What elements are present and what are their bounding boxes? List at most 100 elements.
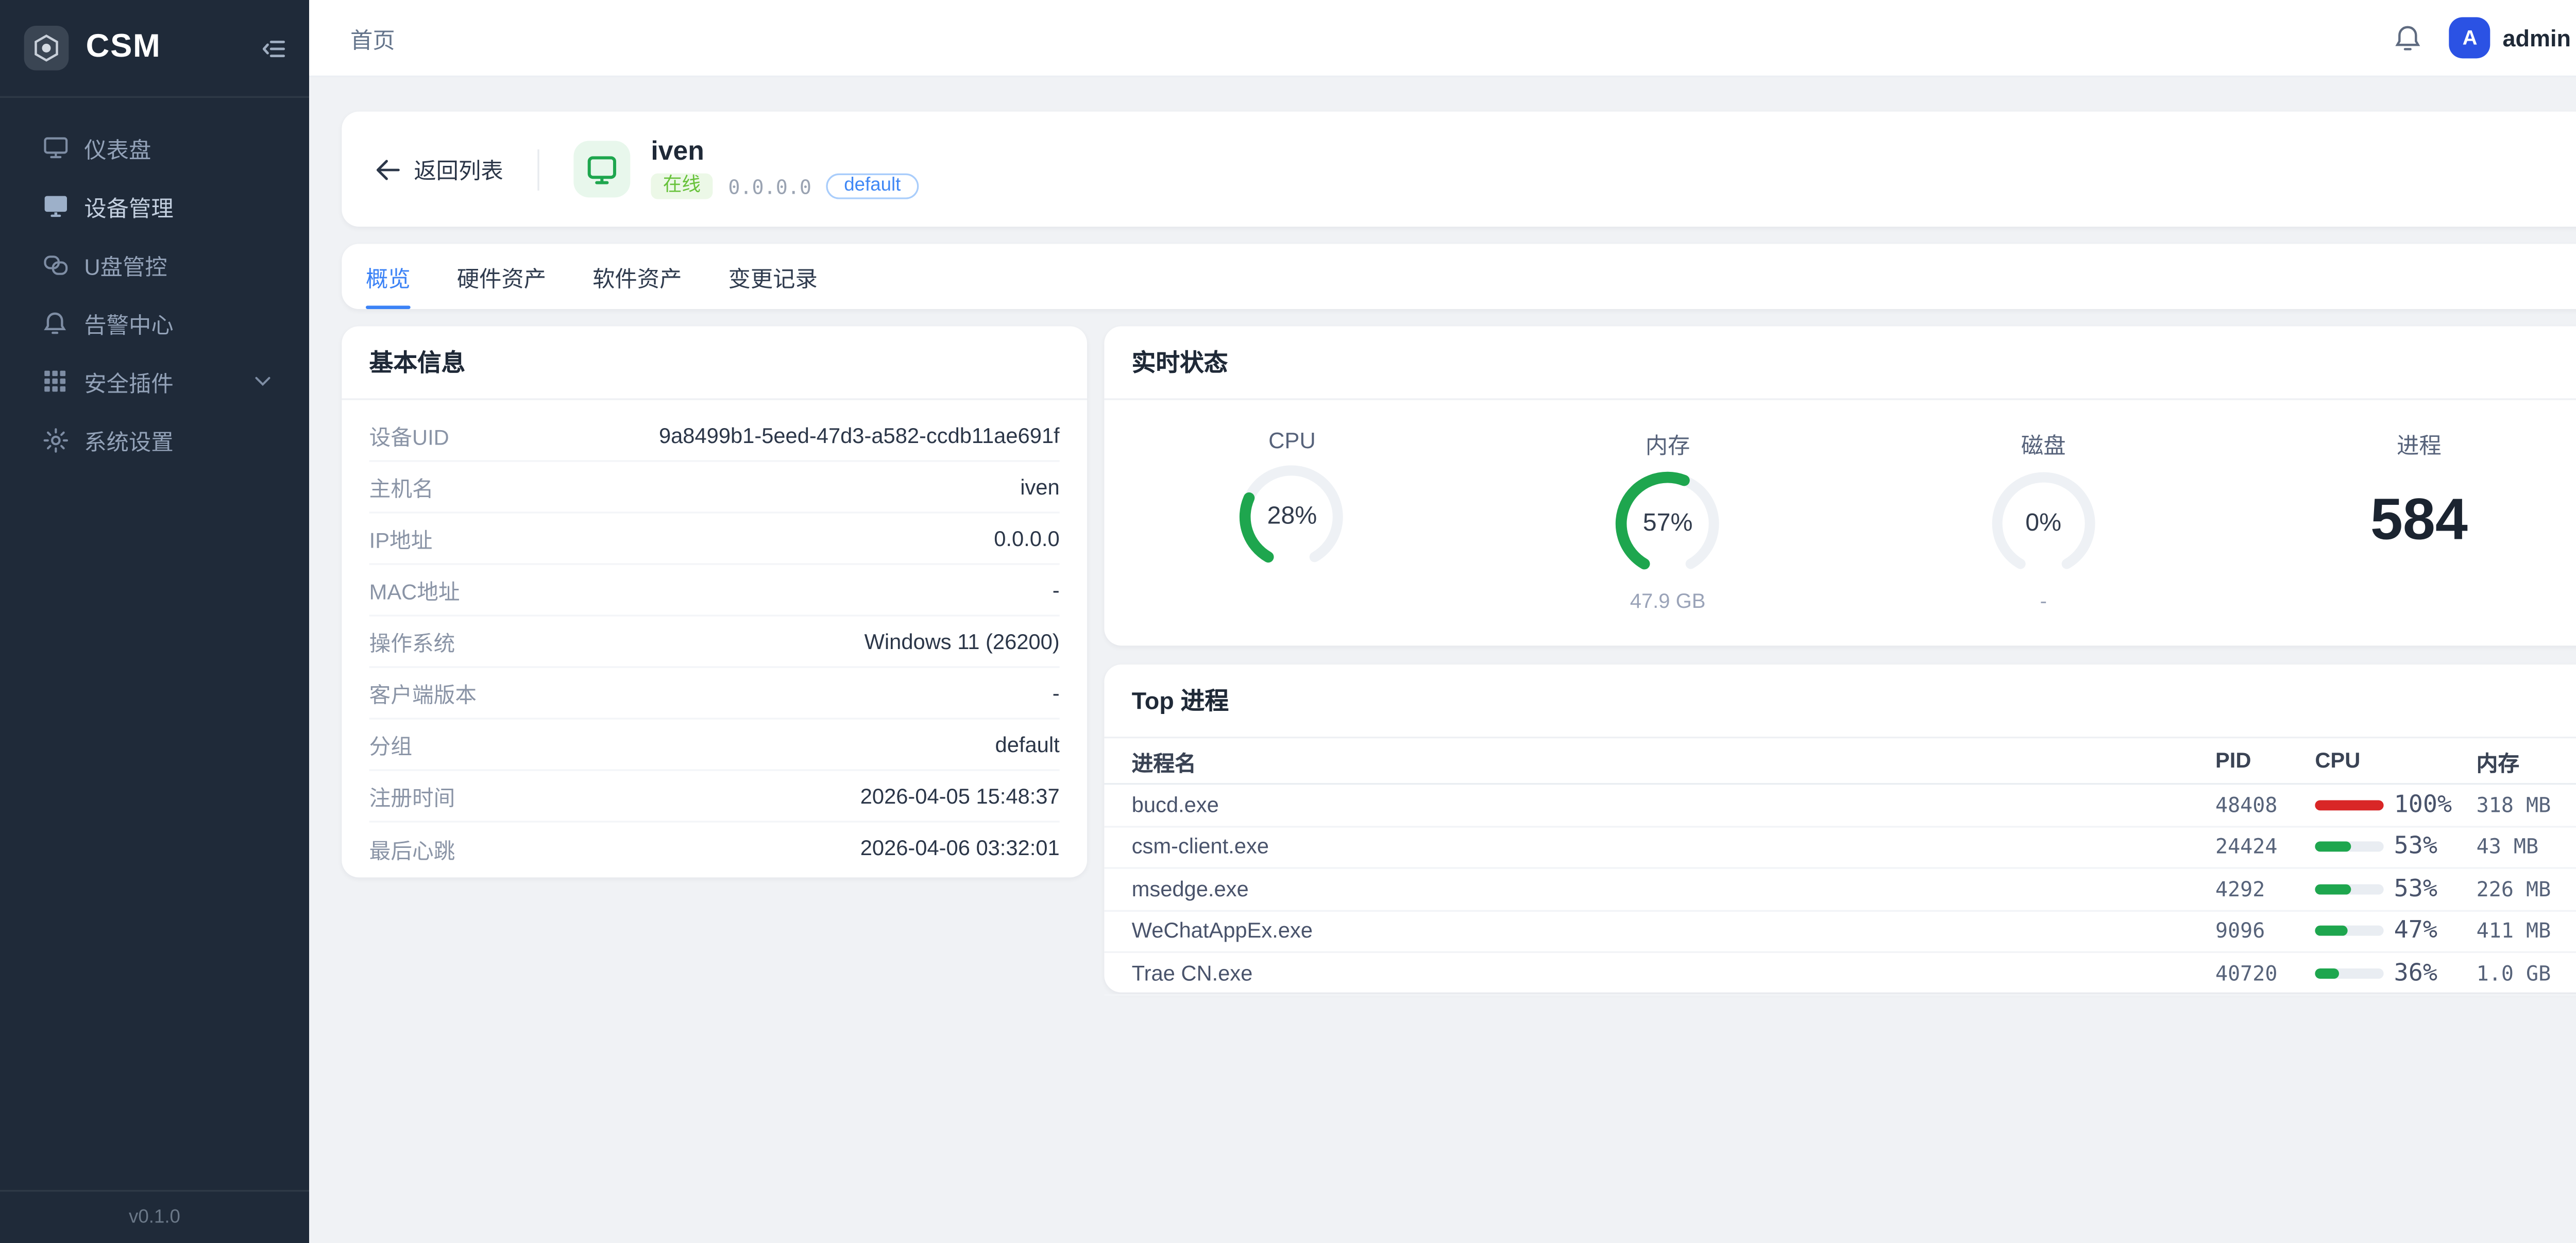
realtime-status-title: 实时状态	[1104, 326, 2576, 400]
info-value: 9a8499b1-5eed-47d3-a582-ccdb11ae691f	[659, 423, 1060, 448]
metric-disk: 磁盘0%-	[1856, 414, 2231, 635]
info-label: 操作系统	[369, 625, 455, 657]
metric-value: 584	[2370, 488, 2468, 553]
metric-sub: 47.9 GB	[1630, 589, 1706, 613]
gauge-percent: 57%	[1611, 467, 1724, 581]
metric-label: 内存	[1646, 428, 1690, 460]
sidebar-item-label: 告警中心	[84, 307, 271, 339]
grid-icon	[41, 367, 69, 395]
app-root: CSM 仪表盘设备管理U盘管控告警中心安全插件系统设置 v0.1.0 首页 A …	[0, 0, 2576, 1243]
sidebar-item-alerts[interactable]: 告警中心	[0, 297, 309, 349]
tab-overview[interactable]: 概览	[366, 244, 411, 309]
back-to-list-label: 返回列表	[414, 153, 503, 185]
info-row: 注册时间2026-04-05 15:48:37	[369, 771, 1060, 823]
process-row: bucd.exe48408100%318 MB	[1104, 785, 2576, 827]
sidebar-item-label: 安全插件	[84, 365, 254, 397]
process-row: WeChatAppEx.exe909647%411 MB	[1104, 911, 2576, 953]
detail-tabs: 概览硬件资产软件资产变更记录	[342, 244, 2576, 309]
process-table: 进程名 PID CPU 内存 bucd.exe48408100%318 MB cs…	[1104, 738, 2576, 995]
process-pid: 9096	[2215, 919, 2315, 943]
cards-grid: 基本信息 设备UID 9a8499b1-5eed-47d3-a582-ccdb11…	[342, 326, 2576, 992]
tab-changes[interactable]: 变更记录	[728, 244, 817, 309]
process-pid: 48408	[2215, 793, 2315, 817]
process-row: csm-client.exe2442453%43 MB	[1104, 827, 2576, 869]
info-value: 0.0.0.0	[994, 526, 1059, 551]
basic-info-body: 设备UID 9a8499b1-5eed-47d3-a582-ccdb11ae691…	[342, 400, 1087, 874]
sidebar-item-usb[interactable]: U盘管控	[0, 239, 309, 290]
info-row: 设备UID 9a8499b1-5eed-47d3-a582-ccdb11ae691…	[369, 411, 1060, 462]
info-label: MAC地址	[369, 573, 460, 606]
notifications-bell-icon[interactable]	[2394, 23, 2421, 53]
info-row: MAC地址 -	[369, 565, 1060, 617]
cpu-bar-track	[2315, 842, 2383, 852]
device-ip: 0.0.0.0	[728, 174, 811, 198]
group-badge: default	[827, 174, 918, 199]
tab-software[interactable]: 软件资产	[592, 244, 682, 309]
metric-sub: -	[2040, 589, 2047, 613]
monitor-filled-icon	[41, 192, 69, 219]
basic-info-title: 基本信息	[342, 326, 1087, 400]
back-to-list-button[interactable]: 返回列表	[376, 153, 503, 185]
info-row: 分组 default	[369, 720, 1060, 771]
topbar: 首页 A admin	[309, 0, 2576, 77]
sidebar-item-devices[interactable]: 设备管理	[0, 180, 309, 232]
info-label: IP地址	[369, 522, 433, 554]
breadcrumb[interactable]: 首页	[350, 22, 2394, 54]
process-table-header: 进程名 PID CPU 内存	[1104, 738, 2576, 785]
info-row: IP地址 0.0.0.0	[369, 514, 1060, 565]
link-icon	[41, 251, 69, 278]
cpu-bar-fill	[2315, 884, 2351, 894]
process-name: csm-client.exe	[1132, 835, 2215, 859]
tab-hardware[interactable]: 硬件资产	[457, 244, 546, 309]
vertical-divider	[537, 148, 539, 190]
process-name: bucd.exe	[1132, 793, 2215, 817]
sidebar: CSM 仪表盘设备管理U盘管控告警中心安全插件系统设置 v0.1.0	[0, 0, 309, 1243]
gauge-percent: 0%	[1987, 467, 2100, 581]
sidebar-item-label: 设备管理	[84, 190, 271, 222]
gauge-disk: 0%	[1987, 467, 2100, 581]
info-label: 注册时间	[369, 779, 455, 812]
col-cpu: CPU	[2315, 748, 2476, 773]
metric-cpu: CPU 28%	[1104, 414, 1480, 635]
device-monitor-icon	[573, 141, 630, 197]
realtime-status-card: 实时状态 CPU28%内存57%47.9 GB磁盘0%-进程584	[1104, 326, 2576, 645]
gauge-cpu: 28%	[1235, 460, 1349, 573]
sidebar-item-settings[interactable]: 系统设置	[0, 414, 309, 465]
process-memory: 226 MB	[2477, 877, 2576, 901]
col-process-name: 进程名	[1132, 744, 2215, 777]
process-memory: 43 MB	[2477, 835, 2576, 859]
info-label: 设备UID	[369, 419, 449, 451]
sidebar-item-dashboard[interactable]: 仪表盘	[0, 122, 309, 174]
info-value: default	[995, 733, 1060, 757]
gear-icon	[41, 426, 69, 453]
info-value: iven	[1020, 475, 1059, 499]
main-area: 首页 A admin 返回列表	[309, 0, 2576, 1243]
device-name: iven	[651, 139, 918, 166]
cpu-bar-fill	[2315, 926, 2347, 936]
chevron-down-icon	[254, 376, 271, 386]
col-pid: PID	[2215, 748, 2315, 773]
cpu-percent: 36%	[2394, 959, 2437, 986]
avatar[interactable]: A	[2449, 17, 2490, 58]
info-value: Windows 11 (26200)	[865, 629, 1060, 654]
process-cpu: 36%	[2315, 959, 2476, 986]
cpu-percent: 53%	[2394, 833, 2437, 860]
info-label: 分组	[369, 728, 412, 760]
status-badge: 在线	[651, 174, 713, 199]
col-memory: 内存	[2477, 744, 2576, 777]
brand-logo-icon	[24, 26, 69, 71]
basic-info-card: 基本信息 设备UID 9a8499b1-5eed-47d3-a582-ccdb11…	[342, 326, 1087, 877]
metric-label: CPU	[1268, 428, 1316, 453]
process-row: Trae CN.exe4072036%1.0 GB	[1104, 953, 2576, 995]
sidebar-item-label: 系统设置	[84, 423, 271, 456]
info-value: -	[1053, 681, 1060, 705]
cpu-percent: 47%	[2394, 917, 2437, 945]
brand-name: CSM	[86, 29, 263, 67]
info-value: -	[1053, 578, 1060, 602]
process-cpu: 100%	[2315, 791, 2476, 819]
collapse-sidebar-icon[interactable]	[263, 39, 285, 58]
sidebar-item-plugins[interactable]: 安全插件	[0, 355, 309, 407]
sidebar-logo-row: CSM	[0, 0, 309, 98]
user-name[interactable]: admin	[2502, 25, 2571, 50]
device-badges: 在线 0.0.0.0 default	[651, 174, 918, 199]
